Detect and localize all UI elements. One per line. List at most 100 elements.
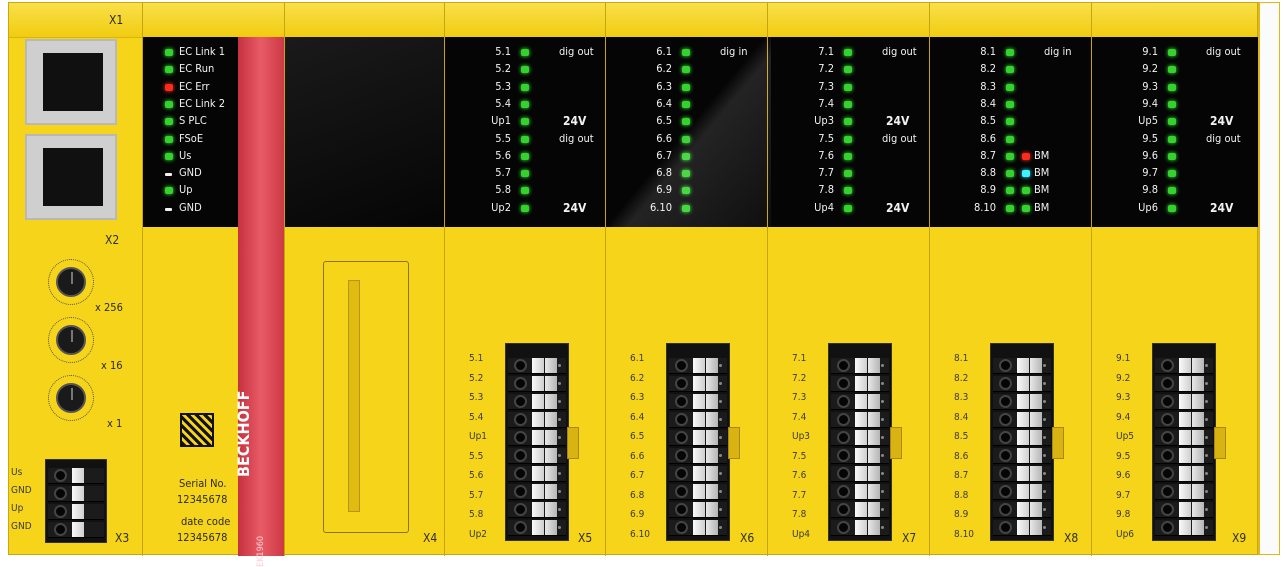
- terminal-label: 7.2: [792, 372, 807, 384]
- channel-led: [1006, 49, 1014, 56]
- terminal-label: 9.8: [1116, 509, 1131, 520]
- terminal-label: 6.4: [630, 411, 645, 423]
- channel-label: Up6: [1138, 200, 1158, 214]
- ethernet-port-1[interactable]: [25, 39, 117, 125]
- channel-label: 9.8: [1142, 183, 1158, 197]
- model-text: EK1960: [256, 535, 266, 567]
- terminal-label: Up6: [1116, 528, 1135, 540]
- power-terminal-label: GND: [11, 485, 32, 496]
- address-dial-1[interactable]: [56, 383, 86, 413]
- channel-led: [682, 152, 690, 160]
- channel-label: 6.7: [656, 148, 672, 162]
- channel-label: 6.5: [656, 114, 672, 128]
- power-terminal-connector[interactable]: [45, 459, 107, 543]
- channel-label: 6.2: [656, 62, 672, 76]
- terminal-connector[interactable]: [505, 343, 569, 541]
- channel-label: 8.10: [973, 200, 996, 214]
- channel-led: [1168, 135, 1176, 143]
- channel-led: [682, 100, 690, 108]
- terminal-connector[interactable]: [1152, 343, 1216, 541]
- terminal-label: 9.2: [1116, 372, 1131, 384]
- ethercat-box-device: X1 X2 x 256 x 16 x 1 Us GND Up GND X3 EC Li…: [8, 2, 1260, 567]
- terminal-connector[interactable]: [990, 343, 1054, 541]
- terminal-label: 5.1: [469, 353, 484, 364]
- channel-label: 7.8: [818, 183, 834, 197]
- x4-slot-cover[interactable]: [323, 261, 409, 533]
- side-label: 24V: [886, 200, 910, 215]
- terminal-label: Up5: [1116, 431, 1135, 442]
- coupler-status-label: EC Run: [179, 62, 215, 76]
- terminal-label: 6.9: [630, 509, 645, 520]
- connector-latch[interactable]: [567, 427, 579, 459]
- ethernet-port-2[interactable]: [25, 134, 117, 220]
- module-x5: 5.1 5.2 5.3 5.4 Up1 5.5 5.6 5.7 5.8 Up2 dig out 24V…: [444, 3, 606, 556]
- channel-label: 6.10: [649, 200, 672, 214]
- terminal-connector[interactable]: [828, 343, 892, 541]
- side-label: 24V: [563, 114, 587, 129]
- terminal-label: 6.10: [630, 528, 651, 540]
- connector-latch[interactable]: [728, 427, 740, 459]
- bm-led: [1022, 204, 1030, 212]
- channel-led: [521, 152, 529, 160]
- coupler-status-label: S PLC: [179, 114, 207, 128]
- brand-logo-text: BECKHOFF: [234, 390, 253, 477]
- channel-led: [682, 49, 690, 56]
- connector-latch[interactable]: [890, 427, 902, 459]
- channel-label: 8.4: [980, 96, 996, 110]
- channel-label: 5.5: [495, 131, 511, 145]
- coupler-status-led: [165, 100, 173, 108]
- coupler-status-label: Us: [179, 148, 192, 162]
- address-dial-16[interactable]: [56, 325, 86, 355]
- channel-led: [521, 187, 529, 195]
- channel-label: 5.4: [495, 96, 511, 110]
- terminal-label: 5.5: [469, 450, 484, 462]
- channel-led: [1006, 100, 1014, 108]
- terminal-connector[interactable]: [666, 343, 730, 541]
- terminal-label: 9.1: [1116, 353, 1131, 364]
- side-label: dig out: [1206, 131, 1241, 145]
- coupler-status-led: [165, 135, 173, 143]
- module-x7: 7.1 7.2 7.3 7.4 Up3 7.5 7.6 7.7 7.8 Up4 dig out 24V…: [767, 3, 930, 556]
- terminal-label: 8.2: [954, 372, 969, 384]
- dial-256-label: x 256: [95, 301, 123, 314]
- connector-latch[interactable]: [1214, 427, 1226, 459]
- address-dial-256[interactable]: [56, 267, 86, 297]
- channel-label: 6.6: [656, 131, 672, 145]
- channel-led: [844, 152, 852, 160]
- module-id-label: X9: [1232, 531, 1247, 545]
- connector-latch[interactable]: [1052, 427, 1064, 459]
- channel-label: 7.3: [818, 79, 834, 93]
- side-label: dig out: [1206, 45, 1241, 58]
- channel-led: [1168, 100, 1176, 108]
- terminal-label: 8.9: [954, 509, 969, 520]
- terminal-label: 7.6: [792, 470, 807, 481]
- terminal-label: 8.4: [954, 411, 969, 423]
- channel-led: [1006, 170, 1014, 178]
- channel-led: [682, 66, 690, 74]
- channel-label: 9.2: [1142, 62, 1158, 76]
- terminal-label: 8.10: [954, 528, 975, 540]
- channel-led: [1006, 66, 1014, 74]
- channel-label: 8.6: [980, 131, 996, 145]
- module-x8: 8.1 8.2 8.3 8.4 8.5 8.6 8.7 8.8 8.9 8.10 dig in BM B…: [929, 3, 1092, 556]
- bm-label: BM: [1034, 183, 1050, 197]
- channel-led: [682, 83, 690, 91]
- channel-led: [1006, 135, 1014, 143]
- channel-label: 8.2: [980, 62, 996, 76]
- terminal-label: 7.7: [792, 489, 807, 501]
- channel-led: [1168, 152, 1176, 160]
- channel-label: 8.8: [980, 166, 996, 180]
- channel-label: Up3: [814, 114, 834, 128]
- channel-label: 9.7: [1142, 166, 1158, 180]
- channel-label: 6.4: [656, 96, 672, 110]
- coupler-status-led: [165, 173, 172, 177]
- coupler-status-label: GND: [179, 200, 202, 214]
- channel-label: 9.3: [1142, 79, 1158, 93]
- channel-label: Up4: [814, 200, 834, 214]
- module-id-label: X6: [740, 531, 755, 545]
- terminal-label: Up3: [792, 431, 811, 442]
- channel-label: 7.7: [818, 166, 834, 180]
- channel-led: [521, 170, 529, 178]
- serial-value: 12345678: [177, 493, 228, 506]
- channel-led: [844, 187, 852, 195]
